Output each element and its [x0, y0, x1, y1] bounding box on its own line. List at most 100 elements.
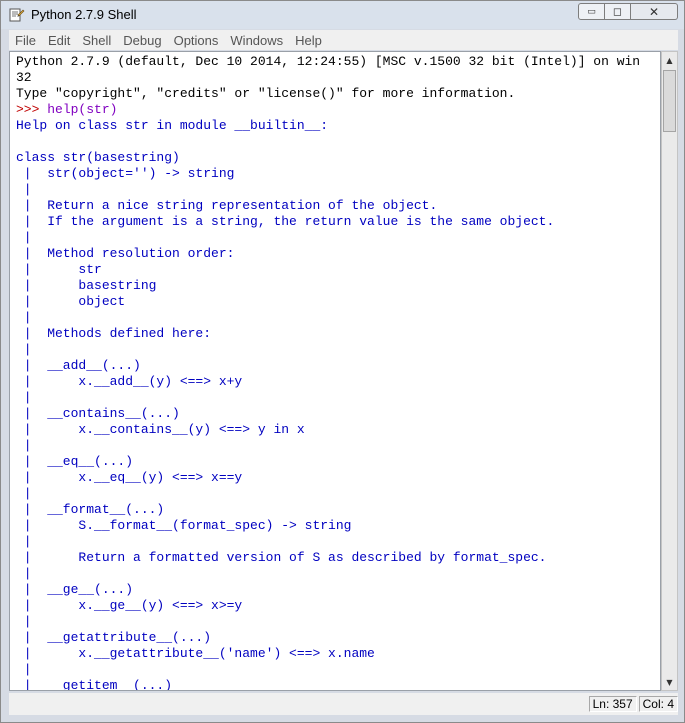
- python-idle-icon: [9, 8, 25, 22]
- shell-line: | __add__(...): [16, 358, 660, 374]
- shell-line-text: class str(basestring): [16, 150, 180, 165]
- shell-line-text: | __getitem__(...): [16, 678, 173, 691]
- scroll-down-arrow-icon[interactable]: ▼: [662, 674, 677, 690]
- shell-line: | Return a nice string representation of…: [16, 198, 660, 214]
- minimize-button[interactable]: ▭: [578, 3, 605, 20]
- shell-line-text: | __format__(...): [16, 502, 165, 517]
- window-title: Python 2.7.9 Shell: [31, 7, 137, 22]
- shell-line: | str(object='') -> string: [16, 166, 660, 182]
- shell-line-text: | __ge__(...): [16, 582, 134, 597]
- shell-line-text: | str: [16, 262, 102, 277]
- shell-line: | x.__getattribute__('name') <==> x.name: [16, 646, 660, 662]
- window-controls: ▭ ◻ ✕: [578, 3, 678, 21]
- shell-line-text: | Return a formatted version of S as des…: [16, 550, 547, 565]
- menu-file[interactable]: File: [9, 33, 41, 48]
- shell-line-text: Python 2.7.9 (default, Dec 10 2014, 12:2…: [16, 54, 641, 69]
- close-button[interactable]: ✕: [631, 3, 678, 20]
- shell-line: | __eq__(...): [16, 454, 660, 470]
- shell-line: | If the argument is a string, the retur…: [16, 214, 660, 230]
- shell-text-area[interactable]: Python 2.7.9 (default, Dec 10 2014, 12:2…: [9, 51, 661, 691]
- shell-line: >>> help(str): [16, 102, 660, 118]
- shell-line: | __format__(...): [16, 502, 660, 518]
- shell-line-text: | Return a nice string representation of…: [16, 198, 438, 213]
- shell-line: |: [16, 486, 660, 502]
- shell-line: | basestring: [16, 278, 660, 294]
- shell-line-text: |: [16, 534, 79, 549]
- menu-edit[interactable]: Edit: [43, 33, 75, 48]
- shell-line: |: [16, 390, 660, 406]
- shell-line-text: Help on class str in module __builtin__:: [16, 118, 329, 133]
- shell-line: |: [16, 566, 660, 582]
- shell-line-text: | x.__contains__(y) <==> y in x: [16, 422, 305, 437]
- shell-line-text: |: [16, 438, 48, 453]
- shell-line: | x.__contains__(y) <==> y in x: [16, 422, 660, 438]
- shell-line-text: | __add__(...): [16, 358, 141, 373]
- shell-line: | str: [16, 262, 660, 278]
- vertical-scrollbar[interactable]: ▲ ▼: [661, 51, 678, 691]
- shell-line: |: [16, 534, 660, 550]
- shell-line-text: |: [16, 614, 48, 629]
- shell-line-text: | str(object='') -> string: [16, 166, 235, 181]
- shell-line: Help on class str in module __builtin__:: [16, 118, 660, 134]
- shell-line: | x.__ge__(y) <==> x>=y: [16, 598, 660, 614]
- shell-window: Python 2.7.9 Shell ▭ ◻ ✕ File Edit Shell…: [0, 0, 685, 723]
- shell-line: | Methods defined here:: [16, 326, 660, 342]
- shell-line-text: |: [16, 566, 48, 581]
- shell-line-text: |: [16, 182, 48, 197]
- menu-options[interactable]: Options: [169, 33, 224, 48]
- shell-line: |: [16, 438, 660, 454]
- shell-line-text: | x.__eq__(y) <==> x==y: [16, 470, 243, 485]
- shell-line: |: [16, 342, 660, 358]
- title-bar[interactable]: Python 2.7.9 Shell ▭ ◻ ✕: [1, 1, 684, 29]
- status-bar: Ln: 357 Col: 4: [9, 693, 678, 715]
- shell-line: | __getattribute__(...): [16, 630, 660, 646]
- shell-line: | Return a formatted version of S as des…: [16, 550, 660, 566]
- shell-line: Python 2.7.9 (default, Dec 10 2014, 12:2…: [16, 54, 660, 70]
- shell-line: | object: [16, 294, 660, 310]
- shell-line-text: |: [16, 230, 48, 245]
- shell-line-text: | __contains__(...): [16, 406, 180, 421]
- shell-line: |: [16, 662, 660, 678]
- shell-line-text: | x.__ge__(y) <==> x>=y: [16, 598, 243, 613]
- shell-input-text: help(str): [47, 102, 118, 117]
- shell-line: | x.__eq__(y) <==> x==y: [16, 470, 660, 486]
- shell-line: |: [16, 614, 660, 630]
- minimize-icon: ▭: [587, 6, 596, 17]
- scroll-up-arrow-icon[interactable]: ▲: [662, 52, 677, 68]
- shell-line-text: | If the argument is a string, the retur…: [16, 214, 555, 229]
- shell-line-text: | __getattribute__(...): [16, 630, 212, 645]
- maximize-button[interactable]: ◻: [605, 3, 631, 20]
- shell-line: |: [16, 310, 660, 326]
- shell-line: | __getitem__(...): [16, 678, 660, 691]
- shell-line-text: |: [16, 342, 48, 357]
- menu-shell[interactable]: Shell: [77, 33, 116, 48]
- menu-windows[interactable]: Windows: [225, 33, 288, 48]
- scrollbar-thumb[interactable]: [663, 70, 676, 132]
- shell-line-text: Type "copyright", "credits" or "license(…: [16, 86, 516, 101]
- shell-line: class str(basestring): [16, 150, 660, 166]
- shell-line-text: | __eq__(...): [16, 454, 134, 469]
- shell-line-text: | Method resolution order:: [16, 246, 235, 261]
- shell-line: 32: [16, 70, 660, 86]
- shell-line-text: >>>: [16, 102, 48, 117]
- shell-line-text: |: [16, 310, 48, 325]
- shell-line-text: | x.__getattribute__('name') <==> x.name: [16, 646, 375, 661]
- shell-line: |: [16, 230, 660, 246]
- shell-line: | __contains__(...): [16, 406, 660, 422]
- menu-help[interactable]: Help: [290, 33, 327, 48]
- shell-line-text: | Methods defined here:: [16, 326, 212, 341]
- shell-line-text: | x.__add__(y) <==> x+y: [16, 374, 243, 389]
- maximize-icon: ◻: [612, 5, 623, 18]
- shell-line: | x.__add__(y) <==> x+y: [16, 374, 660, 390]
- shell-line: | __ge__(...): [16, 582, 660, 598]
- shell-line: | S.__format__(format_spec) -> string: [16, 518, 660, 534]
- shell-line-text: |: [16, 662, 48, 677]
- close-icon: ✕: [648, 4, 660, 19]
- shell-line-text: | S.__format__(format_spec) -> string: [16, 518, 352, 533]
- shell-output: Python 2.7.9 (default, Dec 10 2014, 12:2…: [16, 54, 660, 691]
- menu-bar: File Edit Shell Debug Options Windows He…: [9, 30, 678, 50]
- shell-line: |: [16, 182, 660, 198]
- menu-debug[interactable]: Debug: [118, 33, 166, 48]
- shell-line-text: |: [16, 390, 48, 405]
